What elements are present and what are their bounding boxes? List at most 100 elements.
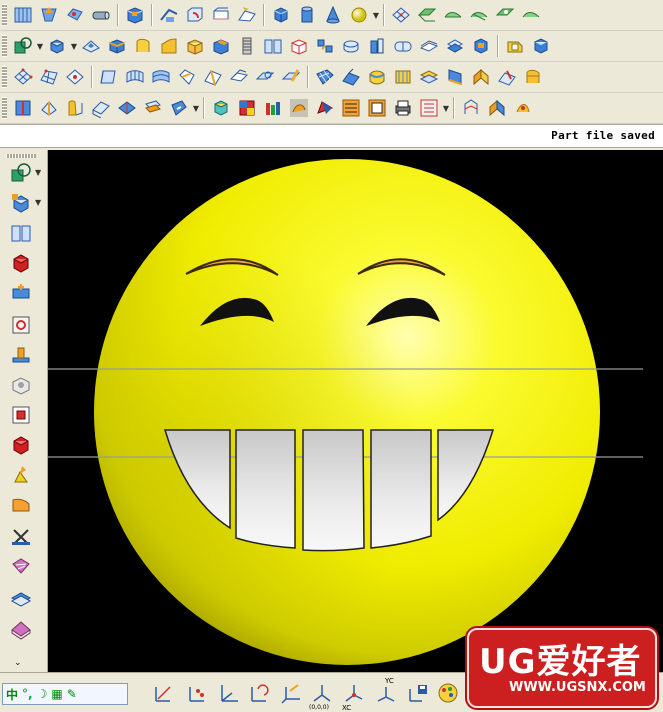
- render-icon[interactable]: [511, 96, 535, 120]
- xc-icon[interactable]: [340, 679, 368, 707]
- thicken-icon[interactable]: [8, 616, 34, 642]
- render-icon[interactable]: [485, 96, 509, 120]
- edit-icon[interactable]: [279, 65, 303, 89]
- sheet-metal-icon[interactable]: [11, 96, 35, 120]
- mesh-surface-icon[interactable]: [8, 586, 34, 612]
- point-icon[interactable]: [11, 3, 35, 27]
- tube-icon[interactable]: [89, 3, 113, 27]
- point-set-icon[interactable]: [184, 679, 212, 707]
- surface-icon[interactable]: [493, 3, 517, 27]
- paint-icon[interactable]: [434, 679, 462, 707]
- graphics-viewport[interactable]: [48, 150, 663, 672]
- save-wcs-icon[interactable]: [404, 679, 432, 707]
- swept-icon[interactable]: [97, 65, 121, 89]
- i-form-icon[interactable]: [417, 65, 441, 89]
- print-icon[interactable]: [391, 96, 415, 120]
- revolve-icon[interactable]: [8, 220, 34, 246]
- sweep-icon[interactable]: [131, 34, 155, 58]
- toolbar-grip[interactable]: [6, 154, 36, 158]
- chevron-down-icon[interactable]: ▼: [36, 34, 44, 58]
- line-icon[interactable]: [150, 679, 178, 707]
- sphere-icon[interactable]: [347, 3, 371, 27]
- chevron-down-icon[interactable]: ▼: [35, 168, 43, 177]
- face-analysis-icon[interactable]: [235, 96, 259, 120]
- curvature-icon[interactable]: [287, 96, 311, 120]
- orient-wcs-icon[interactable]: [278, 679, 306, 707]
- thread-icon[interactable]: [235, 34, 259, 58]
- bead-icon[interactable]: [115, 96, 139, 120]
- wrench-icon[interactable]: ✎: [67, 687, 77, 701]
- flange-icon[interactable]: [339, 65, 363, 89]
- draft-icon[interactable]: [8, 462, 34, 488]
- edit-icon[interactable]: [495, 65, 519, 89]
- edge-blend-icon[interactable]: [8, 432, 34, 458]
- cylinder-primitive-icon[interactable]: [295, 3, 319, 27]
- more-icon[interactable]: [417, 96, 441, 120]
- chevron-down-icon[interactable]: ⌄: [14, 658, 22, 668]
- ime-punct[interactable]: °,: [22, 687, 33, 701]
- rotate-wcs-icon[interactable]: [246, 679, 274, 707]
- trim-body-icon[interactable]: [253, 65, 277, 89]
- block-icon[interactable]: [157, 3, 181, 27]
- chevron-down-icon[interactable]: ▼: [372, 3, 380, 27]
- mesh-icon[interactable]: [389, 3, 413, 27]
- boss-icon[interactable]: [8, 342, 34, 368]
- export-icon[interactable]: [365, 96, 389, 120]
- keyboard-icon[interactable]: ▦: [51, 687, 62, 701]
- mirror-icon[interactable]: [339, 34, 363, 58]
- toolbar-grip[interactable]: [2, 66, 7, 88]
- patch-icon[interactable]: [443, 65, 467, 89]
- toolbar-grip[interactable]: [2, 4, 7, 26]
- toolbar-grip[interactable]: [2, 97, 7, 119]
- move-icon[interactable]: [8, 280, 34, 306]
- deviation-icon[interactable]: [313, 96, 337, 120]
- law-extension-icon[interactable]: [201, 65, 225, 89]
- sketch-icon[interactable]: [11, 34, 35, 58]
- extract-icon[interactable]: [503, 34, 527, 58]
- cylinder-icon[interactable]: [365, 34, 389, 58]
- chevron-down-icon[interactable]: ▼: [192, 96, 200, 120]
- louver-icon[interactable]: [141, 96, 165, 120]
- revolve-icon[interactable]: [209, 3, 233, 27]
- trim-body-icon[interactable]: [8, 524, 34, 550]
- hollow-icon[interactable]: [287, 34, 311, 58]
- ime-bar[interactable]: 中 °, ☽ ▦ ✎: [2, 683, 128, 705]
- face-icon[interactable]: [79, 34, 103, 58]
- ime-language[interactable]: 中: [6, 686, 18, 703]
- book-icon[interactable]: [261, 34, 285, 58]
- through-curve-mesh-icon[interactable]: [37, 65, 61, 89]
- surface-icon[interactable]: [519, 3, 543, 27]
- cone-icon[interactable]: [321, 3, 345, 27]
- chevron-down-icon[interactable]: ▼: [442, 96, 450, 120]
- x-form-icon[interactable]: [391, 65, 415, 89]
- sketch-icon[interactable]: [8, 160, 34, 186]
- hole-icon[interactable]: [8, 312, 34, 338]
- pocket-icon[interactable]: [8, 372, 34, 398]
- tab-icon[interactable]: [37, 96, 61, 120]
- n-sided-icon[interactable]: [175, 65, 199, 89]
- sweep-icon[interactable]: [235, 3, 259, 27]
- view-icon[interactable]: [459, 96, 483, 120]
- chevron-down-icon[interactable]: ▼: [35, 198, 43, 207]
- box-icon[interactable]: [45, 34, 69, 58]
- cylinder-icon[interactable]: [123, 3, 147, 27]
- blend-icon[interactable]: [157, 34, 181, 58]
- surface-icon[interactable]: [415, 3, 439, 27]
- chamfer-icon[interactable]: [209, 34, 233, 58]
- block-icon[interactable]: [8, 250, 34, 276]
- face-icon[interactable]: [8, 492, 34, 518]
- cube-icon[interactable]: [469, 34, 493, 58]
- origin-icon[interactable]: [308, 679, 336, 707]
- bridge-icon[interactable]: [149, 65, 173, 89]
- surface-icon[interactable]: [467, 3, 491, 27]
- sew-icon[interactable]: [8, 554, 34, 580]
- offset-icon[interactable]: [417, 34, 441, 58]
- surface-icon[interactable]: [441, 3, 465, 27]
- trim-icon[interactable]: [391, 34, 415, 58]
- extrude-icon[interactable]: [8, 190, 34, 216]
- datum-plane-icon[interactable]: [63, 3, 87, 27]
- extrude-icon[interactable]: [183, 3, 207, 27]
- pad-icon[interactable]: [8, 402, 34, 428]
- shaded-icon[interactable]: [209, 96, 233, 120]
- drawn-cutout-icon[interactable]: [167, 96, 191, 120]
